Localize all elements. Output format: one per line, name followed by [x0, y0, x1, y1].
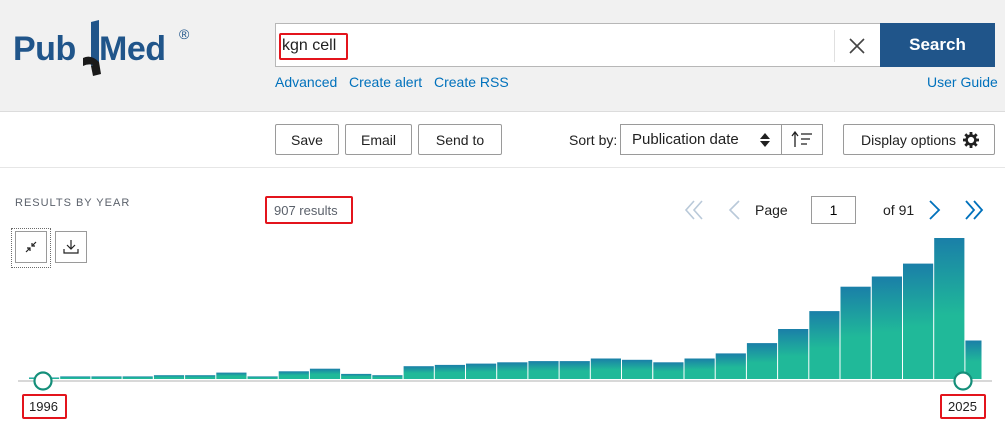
range-end-label: 2025 — [940, 394, 986, 419]
last-page-button[interactable] — [963, 198, 985, 222]
year-bar-2024[interactable] — [903, 263, 934, 379]
chevron-left-icon — [728, 200, 740, 220]
pubmed-logo[interactable]: Pub Med ® — [13, 18, 198, 80]
results-count: 907 results — [265, 196, 353, 224]
search-box — [275, 23, 880, 67]
year-bar-2017[interactable] — [684, 358, 715, 380]
chevron-right-icon — [929, 200, 941, 220]
year-bar-2011[interactable] — [497, 362, 528, 379]
search-input[interactable] — [282, 34, 822, 58]
sort-by-value: Publication date — [632, 131, 739, 148]
year-bar-2020[interactable] — [778, 329, 809, 379]
year-bar-1997[interactable] — [60, 376, 91, 379]
display-options-label: Display options — [861, 131, 956, 148]
range-start-label: 1996 — [22, 394, 67, 419]
double-chevron-right-icon — [965, 200, 984, 220]
search-button[interactable]: Search — [880, 23, 995, 67]
year-bar-2014[interactable] — [590, 358, 621, 380]
range-end-year: 2025 — [948, 399, 977, 414]
year-bar-2018[interactable] — [715, 353, 746, 379]
double-chevron-left-icon — [684, 200, 703, 220]
email-button[interactable]: Email — [345, 124, 412, 155]
first-page-button[interactable] — [683, 198, 705, 222]
logo-pub-text: Pub — [13, 30, 76, 68]
clear-search-button[interactable] — [834, 30, 878, 62]
year-bar-2022[interactable] — [840, 286, 871, 379]
year-bar-1999[interactable] — [122, 376, 153, 379]
sort-order-icon — [791, 130, 812, 147]
page-number-input[interactable] — [811, 196, 856, 224]
select-arrows-icon — [760, 133, 770, 147]
year-bar-1998[interactable] — [91, 376, 122, 379]
year-bar-2012[interactable] — [528, 361, 559, 379]
range-start-year: 1996 — [29, 399, 58, 414]
previous-page-button[interactable] — [727, 198, 741, 222]
year-bar-2001[interactable] — [185, 375, 216, 379]
gear-icon — [962, 131, 979, 148]
sort-by-select[interactable]: Publication date — [620, 124, 782, 155]
year-bar-2023[interactable] — [871, 276, 902, 380]
year-bar-2019[interactable] — [746, 343, 778, 379]
year-bar-2010[interactable] — [466, 363, 497, 379]
search-bar: Search — [275, 23, 995, 67]
header-bar: Pub Med ® Search Advanced Create alert C… — [0, 0, 1005, 112]
year-bar-2005[interactable] — [309, 368, 341, 379]
page-label: Page — [755, 202, 788, 218]
page-count: of 91 — [883, 202, 915, 218]
year-bar-2021[interactable] — [809, 311, 840, 379]
year-bar-2008[interactable] — [403, 366, 434, 379]
year-bar-2015[interactable] — [622, 359, 653, 379]
save-button[interactable]: Save — [275, 124, 339, 155]
display-options-button[interactable]: Display options — [843, 124, 995, 155]
year-bar-2000[interactable] — [153, 375, 185, 379]
user-guide-link[interactable]: User Guide — [927, 74, 998, 90]
results-action-bar: Save Email Send to Sort by: Publication … — [0, 112, 1005, 168]
registered-mark: ® — [179, 26, 190, 42]
year-bar-2006[interactable] — [341, 373, 372, 379]
create-rss-link[interactable]: Create RSS — [434, 74, 509, 90]
year-bar-2009[interactable] — [434, 364, 465, 379]
year-bar-2016[interactable] — [653, 362, 684, 379]
results-count-text: 907 results — [274, 203, 338, 218]
year-bar-2002[interactable] — [216, 372, 247, 379]
next-page-button[interactable] — [928, 198, 942, 222]
results-by-year-heading: RESULTS BY YEAR — [15, 197, 131, 209]
year-bar-2004[interactable] — [278, 371, 309, 379]
logo-med-text: Med — [99, 30, 166, 68]
advanced-search-link[interactable]: Advanced — [275, 74, 337, 90]
range-end-handle[interactable] — [953, 371, 973, 391]
results-by-year-chart[interactable] — [0, 230, 1005, 426]
sort-by-label: Sort by: — [569, 132, 618, 148]
close-icon — [848, 38, 865, 54]
create-alert-link[interactable]: Create alert — [349, 74, 422, 90]
year-bar-2013[interactable] — [559, 361, 590, 379]
year-bar-2025[interactable] — [934, 238, 965, 379]
send-to-button[interactable]: Send to — [418, 124, 502, 155]
year-bar-2007[interactable] — [372, 375, 403, 379]
year-bar-2003[interactable] — [247, 376, 278, 379]
range-start-handle[interactable] — [33, 371, 53, 391]
sort-order-button[interactable] — [781, 124, 823, 155]
chart-bars — [29, 238, 982, 379]
